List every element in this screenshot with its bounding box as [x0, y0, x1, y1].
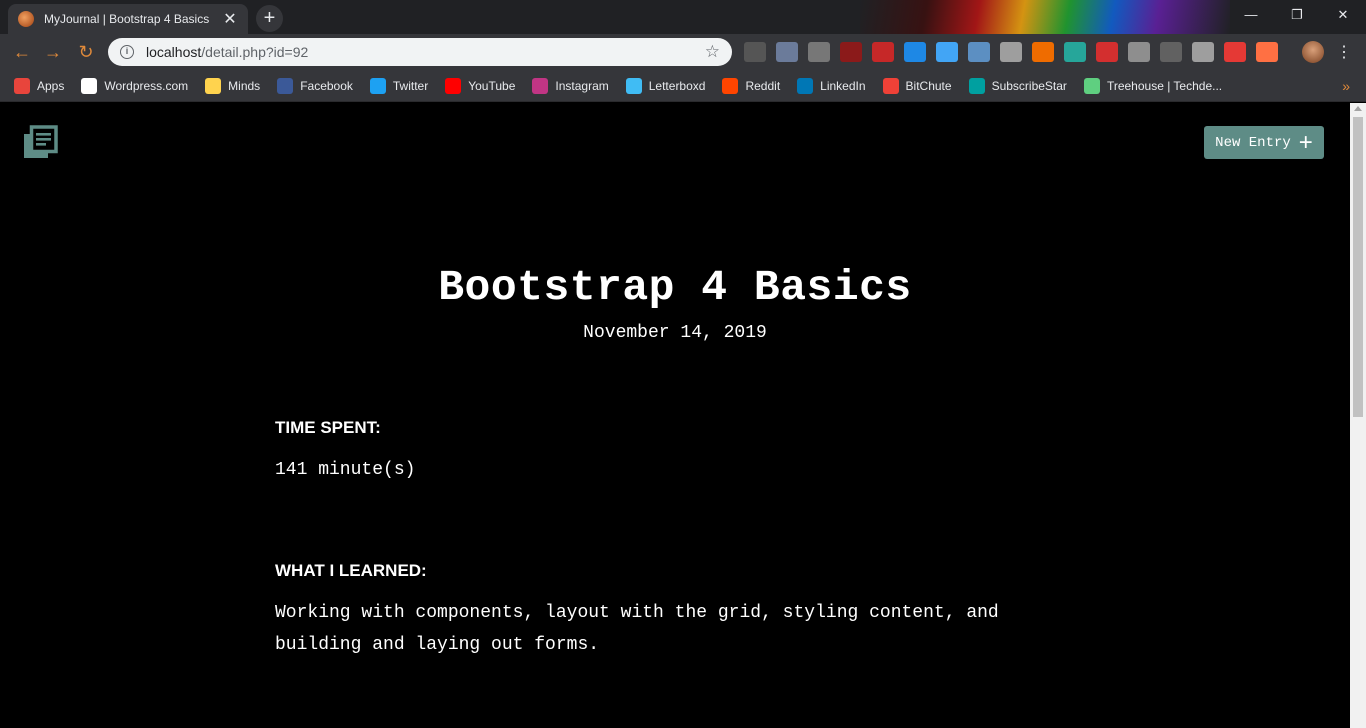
- reload-icon[interactable]: ↻: [74, 40, 98, 64]
- bookmark-label: Minds: [228, 78, 261, 93]
- address-bar[interactable]: i localhost/detail.php?id=92 ☆: [108, 38, 732, 66]
- plus-icon: +: [1298, 128, 1313, 156]
- extension-icon[interactable]: [1000, 42, 1022, 62]
- bookmark-label: Instagram: [555, 78, 609, 93]
- bookmarks-overflow-icon[interactable]: »: [1342, 78, 1350, 94]
- restore-button[interactable]: ❐: [1274, 0, 1320, 30]
- learned-value: Working with components, layout with the…: [275, 603, 999, 655]
- youtube-icon: [445, 77, 462, 94]
- page-scrollbar[interactable]: [1350, 103, 1366, 728]
- bookmark-item[interactable]: Reddit: [722, 77, 781, 94]
- close-window-button[interactable]: ✕: [1320, 0, 1366, 30]
- extension-icon[interactable]: [744, 42, 766, 62]
- bookmark-item[interactable]: YouTube: [445, 77, 516, 94]
- time-spent-label: TIME SPENT:: [275, 418, 381, 437]
- bookmark-label: SubscribeStar: [991, 78, 1067, 93]
- tab-close-icon[interactable]: ✕: [222, 9, 238, 29]
- tab-favicon-icon: [18, 11, 34, 27]
- bookmark-label: Twitter: [392, 78, 429, 93]
- extension-icon[interactable]: [840, 42, 862, 62]
- entry-date: November 14, 2019: [583, 323, 767, 343]
- bookmark-item[interactable]: LinkedIn: [797, 77, 866, 94]
- extension-icon[interactable]: [872, 42, 894, 62]
- extension-icon[interactable]: [1096, 42, 1118, 62]
- browser-toolbar: ← → ↻ i localhost/detail.php?id=92 ☆ ⋮: [0, 34, 1366, 70]
- twitter-icon: [369, 77, 386, 94]
- time-spent-value: 141 minute(s): [275, 460, 416, 480]
- extension-icon[interactable]: [1224, 42, 1246, 62]
- bookmark-item[interactable]: Facebook: [277, 77, 353, 94]
- extension-icon[interactable]: [1064, 42, 1086, 62]
- extension-icon[interactable]: [904, 42, 926, 62]
- tab-title: MyJournal | Bootstrap 4 Basics: [44, 12, 210, 26]
- bookmark-label: YouTube: [468, 78, 516, 93]
- linkedin-icon: [797, 77, 814, 94]
- facebook-icon: [277, 77, 294, 94]
- bitchute-icon: [882, 77, 899, 94]
- extension-icon[interactable]: [1128, 42, 1150, 62]
- lightbulb-icon: [205, 77, 222, 94]
- bookmark-item[interactable]: Twitter: [369, 77, 429, 94]
- instagram-icon: [532, 77, 549, 94]
- journal-logo-icon[interactable]: [22, 125, 58, 161]
- scroll-up-arrow-icon[interactable]: [1354, 106, 1362, 111]
- extension-icon[interactable]: [936, 42, 958, 62]
- bookmark-label: Letterboxd: [648, 78, 706, 93]
- treehouse-icon: [1083, 77, 1100, 94]
- active-tab[interactable]: MyJournal | Bootstrap 4 Basics ✕: [8, 4, 248, 34]
- bookmark-label: BitChute: [905, 78, 952, 93]
- extension-icon[interactable]: [1032, 42, 1054, 62]
- extensions-area: [744, 42, 1278, 62]
- browser-titlebar: MyJournal | Bootstrap 4 Basics ✕ + — ❐ ✕: [0, 0, 1366, 34]
- extension-icon[interactable]: [968, 42, 990, 62]
- bookmark-label: Facebook: [300, 78, 353, 93]
- bookmark-label: Apps: [37, 78, 65, 93]
- bookmark-item[interactable]: Letterboxd: [625, 77, 706, 94]
- site-info-icon[interactable]: i: [120, 45, 134, 59]
- forward-arrow-icon[interactable]: →: [41, 40, 65, 64]
- bookmark-label: Wordpress.com: [104, 78, 189, 93]
- new-entry-label: New Entry: [1215, 134, 1291, 151]
- bookmark-item[interactable]: BitChute: [882, 77, 952, 94]
- bookmark-item[interactable]: SubscribeStar: [968, 77, 1067, 94]
- letterboxd-icon: [625, 77, 642, 94]
- reddit-icon: [722, 77, 739, 94]
- bookmark-item[interactable]: Instagram: [532, 77, 609, 94]
- extension-icon[interactable]: [1160, 42, 1182, 62]
- scroll-thumb[interactable]: [1353, 117, 1363, 417]
- bookmark-item[interactable]: Minds: [205, 77, 261, 94]
- bookmark-label: LinkedIn: [820, 78, 866, 93]
- back-arrow-icon[interactable]: ←: [10, 40, 34, 64]
- bookmark-item[interactable]: Treehouse | Techde...: [1083, 77, 1223, 94]
- browser-menu-icon[interactable]: ⋮: [1336, 42, 1352, 62]
- subscribestar-icon: [968, 77, 985, 94]
- minimize-button[interactable]: —: [1228, 0, 1274, 30]
- apps-grid-icon: [14, 77, 30, 94]
- new-entry-button[interactable]: New Entry +: [1204, 126, 1324, 159]
- journal-page: New Entry + Bootstrap 4 Basics November …: [0, 103, 1350, 728]
- bookmark-label: Reddit: [745, 78, 781, 93]
- profile-avatar[interactable]: [1302, 41, 1324, 63]
- extension-icon[interactable]: [1256, 42, 1278, 62]
- bookmark-item[interactable]: Wordpress.com: [81, 77, 189, 94]
- bookmark-item[interactable]: Apps: [14, 77, 65, 94]
- learned-label: WHAT I LEARNED:: [275, 561, 427, 580]
- extension-icon[interactable]: [1192, 42, 1214, 62]
- bookmark-label: Treehouse | Techde...: [1106, 78, 1223, 93]
- bookmarks-bar: Apps Wordpress.com Minds Facebook Twitter You…: [0, 70, 1366, 102]
- wordpress-icon: [81, 77, 98, 94]
- new-tab-button[interactable]: +: [256, 5, 283, 32]
- url-text[interactable]: localhost/detail.php?id=92: [146, 44, 705, 60]
- theme-artwork: [860, 0, 1230, 34]
- extension-icon[interactable]: [808, 42, 830, 62]
- bookmark-star-icon[interactable]: ☆: [705, 42, 720, 62]
- extension-icon[interactable]: [776, 42, 798, 62]
- entry-title: Bootstrap 4 Basics: [438, 263, 912, 312]
